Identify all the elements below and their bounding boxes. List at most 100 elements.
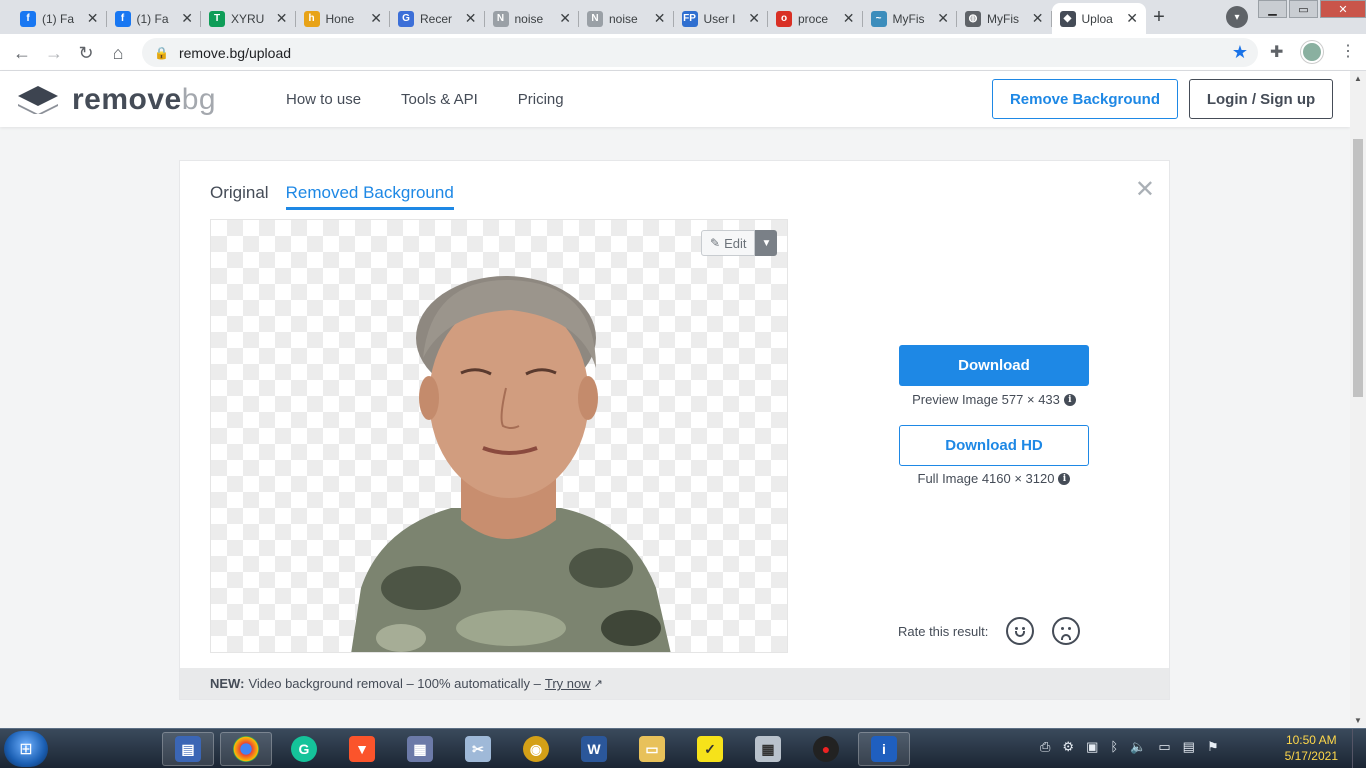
logo-text-main: remove	[72, 83, 182, 116]
tab-close-icon[interactable]: ✕	[1032, 10, 1044, 27]
tray-volume-icon[interactable]: 🔈	[1130, 739, 1146, 755]
browser-tab[interactable]: ◍ MyFis ✕	[957, 3, 1052, 34]
tab-close-icon[interactable]: ✕	[748, 10, 760, 27]
forward-arrow-icon[interactable]: →	[42, 41, 66, 65]
tab-removed-background[interactable]: Removed Background	[285, 183, 454, 210]
tray-flag-icon[interactable]: ⚑	[1207, 739, 1219, 755]
start-button[interactable]: ⊞	[4, 731, 48, 767]
taskbar-notepad-icon[interactable]: ▤	[162, 732, 214, 766]
info-icon[interactable]: i	[1063, 393, 1076, 406]
browser-tab[interactable]: FP User I ✕	[674, 3, 768, 34]
logo-text-accent: bg	[181, 83, 217, 116]
tray-battery-icon[interactable]: ▭	[1158, 739, 1170, 755]
extensions-puzzle-icon[interactable]: ✚	[1270, 42, 1283, 62]
taskbar-clock[interactable]: 10:50 AM 5/17/2021	[1285, 732, 1338, 764]
back-arrow-icon[interactable]: ←	[10, 41, 34, 65]
browser-tab[interactable]: T XYRU ✕	[201, 3, 296, 34]
tab-close-icon[interactable]: ✕	[559, 10, 571, 27]
tab-close-icon[interactable]: ✕	[843, 10, 855, 27]
fp-icon: FP	[681, 10, 698, 27]
maximize-button[interactable]: ▭	[1289, 0, 1318, 18]
tab-close-icon[interactable]: ✕	[276, 10, 288, 27]
browser-tab[interactable]: Nnoise ✕	[485, 3, 579, 34]
tab-close-icon[interactable]: ✕	[1126, 10, 1138, 27]
tab-original[interactable]: Original	[210, 183, 269, 210]
remove-background-button[interactable]: Remove Background	[992, 79, 1178, 119]
honey-icon: h	[303, 10, 320, 27]
tab-close-icon[interactable]: ✕	[654, 10, 666, 27]
tray-printer-icon[interactable]: ⎙	[1040, 739, 1050, 755]
home-icon[interactable]: ⌂	[106, 41, 130, 65]
taskbar-brave-icon[interactable]: ▼	[336, 732, 388, 766]
download-hd-button[interactable]: Download HD	[899, 425, 1089, 466]
browser-tab[interactable]: G Recer ✕	[390, 3, 485, 34]
tab-title: proce	[798, 11, 829, 26]
page-scrollbar[interactable]: ▲ ▼	[1350, 71, 1366, 727]
tab-close-icon[interactable]: ✕	[465, 10, 477, 27]
download-button[interactable]: Download	[899, 345, 1089, 386]
tab-close-icon[interactable]: ✕	[937, 10, 949, 27]
taskbar-info-app-icon[interactable]: i	[858, 732, 910, 766]
tray-bluetooth-icon[interactable]: ᛒ	[1110, 739, 1118, 755]
taskbar-sticky-notes-icon[interactable]: ✓	[684, 732, 736, 766]
edit-button[interactable]: ✎ Edit	[701, 230, 756, 256]
browser-tab[interactable]: f (1) Fa ✕	[12, 3, 107, 34]
browser-tab[interactable]: o proce ✕	[768, 3, 863, 34]
address-bar[interactable]: 🔒 remove.bg/upload ★	[142, 38, 1258, 67]
full-size-caption: Full Image 4160 × 3120 i	[899, 471, 1089, 486]
nav-tools-api[interactable]: Tools & API	[401, 91, 478, 108]
edit-button-group: ✎ Edit ▼	[701, 230, 778, 256]
taskbar-calculator-icon[interactable]: ▦	[742, 732, 794, 766]
tab-search-icon[interactable]: ▾	[1226, 6, 1248, 28]
login-signup-button[interactable]: Login / Sign up	[1189, 79, 1333, 119]
tray-tools-icon[interactable]: ⚙	[1062, 739, 1074, 755]
tab-close-icon[interactable]: ✕	[181, 10, 193, 27]
sad-face-icon[interactable]	[1052, 617, 1081, 645]
browser-tab[interactable]: ~ MyFis ✕	[863, 3, 957, 34]
info-icon[interactable]: i	[1058, 472, 1071, 485]
taskbar-chrome-icon[interactable]	[220, 732, 272, 766]
tab-close-icon[interactable]: ✕	[370, 10, 382, 27]
reload-icon[interactable]: ↻	[74, 41, 98, 65]
lock-icon: 🔒	[154, 45, 169, 60]
sheets-icon: T	[209, 10, 225, 27]
try-now-link[interactable]: Try now	[545, 676, 591, 691]
browser-menu-icon[interactable]: ⋮	[1340, 41, 1356, 61]
window-close-button[interactable]: ✕	[1320, 0, 1366, 18]
taskbar-recorder-icon[interactable]: ●	[800, 732, 852, 766]
nav-pricing[interactable]: Pricing	[518, 91, 564, 108]
tab-title: (1) Fa	[136, 11, 169, 26]
taskbar-grammarly-icon[interactable]: G	[278, 732, 330, 766]
facebook-icon: f	[114, 10, 131, 27]
browser-tab[interactable]: ◆ Uploa ✕	[1051, 3, 1146, 34]
tab-title: MyFis	[892, 11, 925, 26]
scroll-thumb[interactable]	[1353, 139, 1363, 397]
browser-tab[interactable]: h Hone ✕	[296, 3, 390, 34]
nav-how-to-use[interactable]: How to use	[286, 91, 361, 108]
globe-icon: ◍	[965, 10, 981, 27]
browser-tab[interactable]: Nnoise ✕	[579, 3, 674, 34]
happy-face-icon[interactable]	[1006, 617, 1035, 645]
pencil-icon: ✎	[710, 236, 721, 250]
edit-dropdown-caret-icon[interactable]: ▼	[755, 230, 778, 256]
removebg-logo[interactable]: removebg	[16, 83, 216, 117]
close-icon[interactable]: ✕	[1135, 175, 1155, 204]
scroll-down-arrow-icon[interactable]: ▼	[1354, 716, 1362, 725]
bookmark-star-icon[interactable]: ★	[1232, 42, 1248, 63]
tray-monitor-icon[interactable]: ▣	[1086, 739, 1098, 755]
scroll-up-arrow-icon[interactable]: ▲	[1354, 74, 1362, 83]
taskbar-word-icon[interactable]: W	[568, 732, 620, 766]
browser-tab[interactable]: f (1) Fa ✕	[107, 3, 201, 34]
tray-network-icon[interactable]: ▤	[1183, 739, 1195, 755]
taskbar-app-badge-icon[interactable]: ◉	[510, 732, 562, 766]
tab-close-icon[interactable]: ✕	[87, 10, 99, 27]
minimize-button[interactable]: ▁	[1258, 0, 1287, 18]
taskbar-snipping-icon[interactable]: ✂	[452, 732, 504, 766]
tab-title: XYRU	[231, 11, 265, 26]
taskbar-photo-app-icon[interactable]: ▦	[394, 732, 446, 766]
taskbar-explorer-icon[interactable]: ▭	[626, 732, 678, 766]
url-text: remove.bg/upload	[178, 44, 292, 61]
profile-avatar[interactable]	[1301, 41, 1323, 63]
show-desktop-button[interactable]	[1352, 729, 1366, 768]
new-tab-button[interactable]: +	[1146, 5, 1172, 29]
